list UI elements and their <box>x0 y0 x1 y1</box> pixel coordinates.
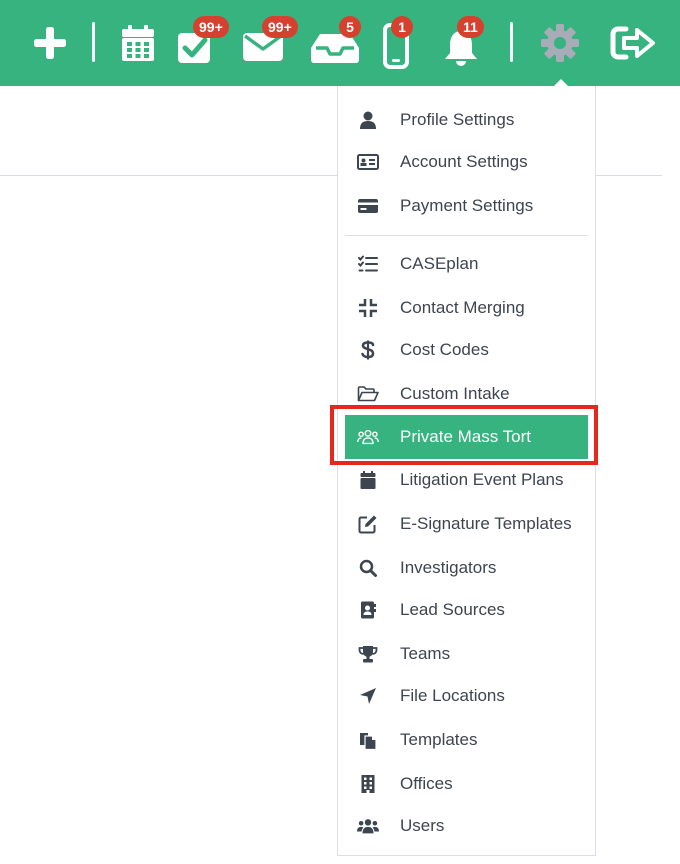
menu-item-file-locations[interactable]: File Locations <box>345 674 588 718</box>
credit-card-icon <box>357 195 379 217</box>
menu-item-payment-settings[interactable]: Payment Settings <box>345 184 588 228</box>
settings-dropdown-menu: Profile Settings Account Settings Paymen… <box>337 86 596 856</box>
users-icon <box>357 815 379 837</box>
menu-item-teams[interactable]: Teams <box>345 632 588 676</box>
messages-count-badge: 99+ <box>262 16 298 38</box>
inbox-count-badge: 5 <box>339 16 361 38</box>
menu-item-label: CASEplan <box>400 254 479 273</box>
copy-files-icon <box>357 729 379 751</box>
users-outline-icon <box>357 426 379 448</box>
menu-item-profile-settings[interactable]: Profile Settings <box>345 98 588 142</box>
sign-out-button[interactable] <box>608 14 658 72</box>
menu-item-label: Users <box>400 816 445 835</box>
menu-item-offices[interactable]: Offices <box>345 762 588 806</box>
id-card-icon <box>357 151 379 173</box>
menu-item-caseplan[interactable]: CASEplan <box>345 242 588 286</box>
building-icon <box>357 773 379 795</box>
menu-item-label: Profile Settings <box>400 110 515 129</box>
menu-item-users[interactable]: Users <box>345 804 588 848</box>
user-icon <box>357 109 379 131</box>
menu-item-investigators[interactable]: Investigators <box>345 546 588 590</box>
menu-item-private-mass-tort[interactable]: Private Mass Tort <box>345 415 588 459</box>
toolbar-divider <box>92 22 95 62</box>
trophy-icon <box>357 643 379 665</box>
checklist-icon <box>357 253 379 275</box>
compress-icon <box>357 297 379 319</box>
menu-item-label: E-Signature Templates <box>400 514 572 533</box>
add-button[interactable] <box>28 14 72 72</box>
menu-item-account-settings[interactable]: Account Settings <box>345 140 588 184</box>
plus-icon <box>34 27 66 59</box>
sign-out-icon <box>610 26 655 60</box>
location-arrow-icon <box>357 685 379 707</box>
settings-button[interactable] <box>538 14 582 72</box>
menu-item-label: Cost Codes <box>400 340 489 359</box>
menu-item-cost-codes[interactable]: Cost Codes <box>345 328 588 372</box>
magnifier-icon <box>357 557 379 579</box>
menu-item-label: File Locations <box>400 686 505 705</box>
messages-button[interactable]: 99+ <box>241 14 301 72</box>
menu-item-label: Payment Settings <box>400 196 534 215</box>
notifications-count-badge: 11 <box>457 16 484 38</box>
menu-item-litigation-event-plans[interactable]: Litigation Event Plans <box>345 458 588 502</box>
gear-icon <box>541 24 579 62</box>
menu-item-contact-merging[interactable]: Contact Merging <box>345 286 588 330</box>
menu-item-label: Account Settings <box>400 152 528 171</box>
menu-item-lead-sources[interactable]: Lead Sources <box>345 588 588 632</box>
mobile-button[interactable]: 1 <box>380 14 420 72</box>
menu-item-label: Custom Intake <box>400 384 510 403</box>
menu-item-label: Offices <box>400 774 453 793</box>
menu-item-custom-intake[interactable]: Custom Intake <box>345 372 588 416</box>
dollar-icon <box>357 339 379 361</box>
toolbar-divider <box>510 22 513 62</box>
calendar-button[interactable] <box>118 14 158 72</box>
dropdown-caret <box>553 79 569 87</box>
menu-item-label: Templates <box>400 730 478 749</box>
folder-open-icon <box>357 383 379 405</box>
tasks-count-badge: 99+ <box>193 16 229 38</box>
mobile-count-badge: 1 <box>391 16 413 38</box>
tasks-button[interactable]: 99+ <box>176 14 229 72</box>
menu-item-e-signature-templates[interactable]: E-Signature Templates <box>345 502 588 546</box>
notifications-button[interactable]: 11 <box>440 14 484 72</box>
address-book-icon <box>357 599 379 621</box>
calendar-icon <box>357 469 379 491</box>
menu-item-label: Lead Sources <box>400 600 505 619</box>
menu-item-label: Contact Merging <box>400 298 525 317</box>
calendar-icon <box>122 25 154 61</box>
menu-item-label: Teams <box>400 644 451 663</box>
top-navigation-bar: 99+ 99+ 5 1 11 <box>0 0 680 86</box>
edit-icon <box>357 513 379 535</box>
menu-item-label: Litigation Event Plans <box>400 470 564 489</box>
menu-item-templates[interactable]: Templates <box>345 718 588 762</box>
inbox-button[interactable]: 5 <box>310 14 366 72</box>
menu-item-label: Investigators <box>400 558 497 577</box>
menu-item-label: Private Mass Tort <box>400 427 532 446</box>
menu-divider <box>345 235 588 236</box>
